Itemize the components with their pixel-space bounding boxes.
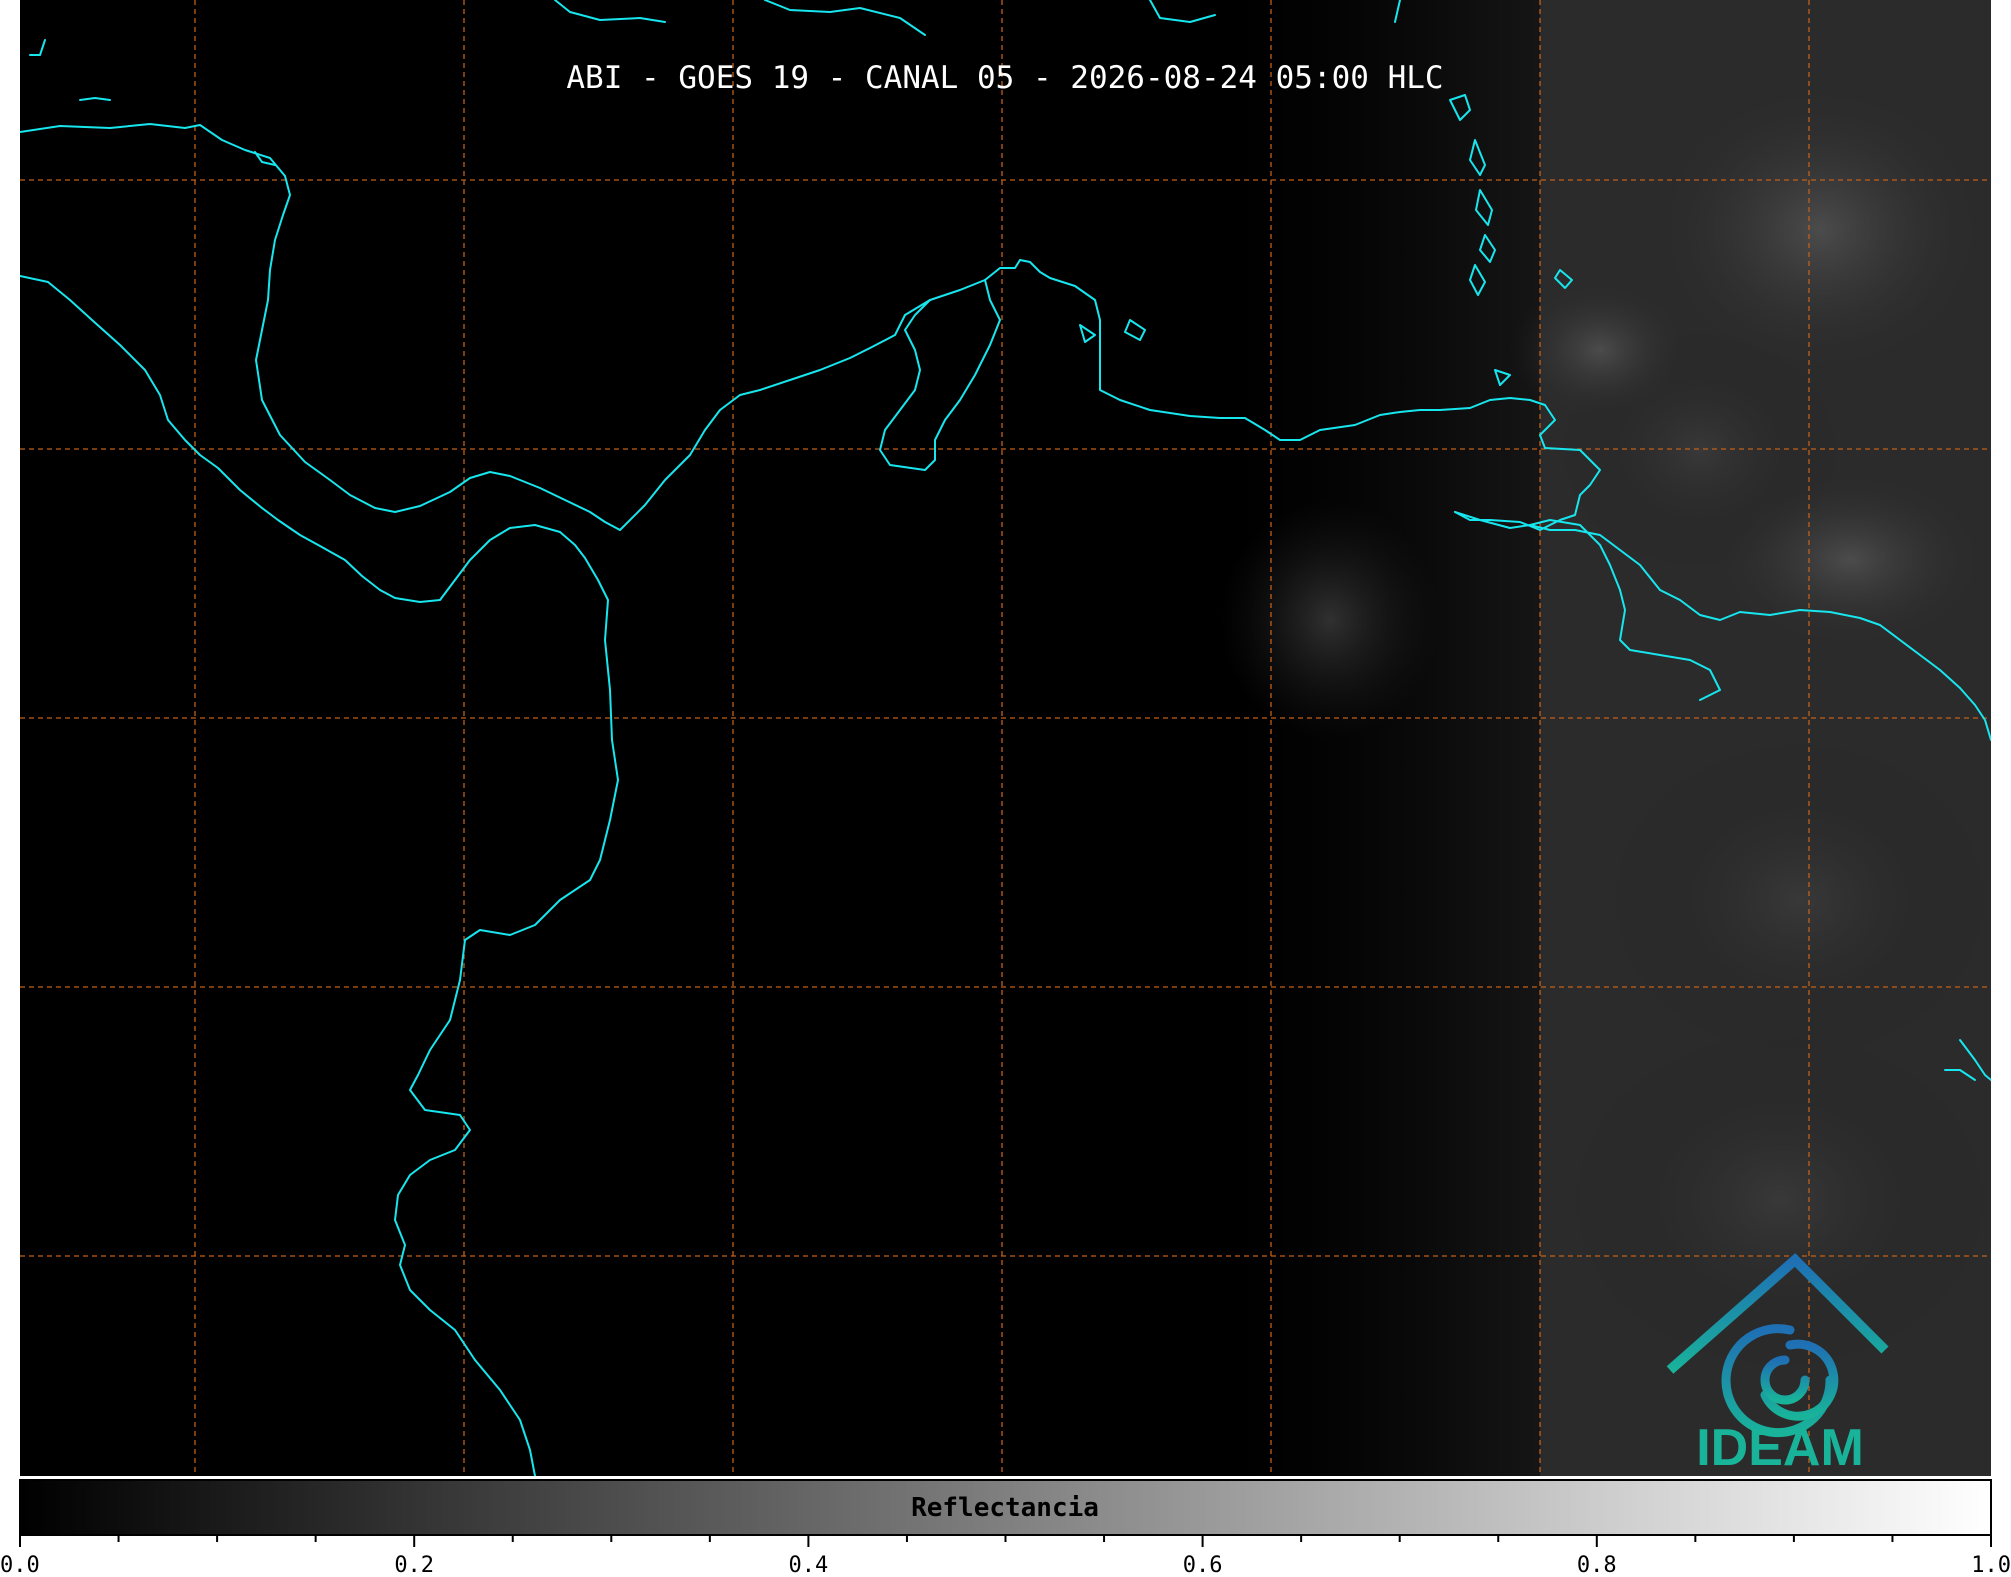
cloud-imagery — [1200, 0, 1991, 1476]
map-title: ABI - GOES 19 - CANAL 05 - 2026-08-24 05… — [566, 60, 1443, 96]
colorbar-ticks — [19, 1535, 1992, 1547]
colorbar-tick-label: 0.4 — [789, 1553, 829, 1577]
logo-text: IDEAM — [1696, 1419, 1864, 1477]
colorbar-tick-label: 0.6 — [1183, 1553, 1223, 1577]
colorbar-label: Reflectancia — [911, 1493, 1099, 1523]
colorbar-tick-labels: 0.0 0.2 0.4 0.6 0.8 1.0 — [0, 1553, 2011, 1577]
colorbar-tick-label: 0.0 — [0, 1553, 40, 1577]
satellite-map: ABI - GOES 19 - CANAL 05 - 2026-08-24 05… — [0, 0, 2011, 1577]
colorbar-tick-label: 0.8 — [1577, 1553, 1617, 1577]
colorbar-tick-label: 0.2 — [394, 1553, 434, 1577]
colorbar: Reflectancia 0.0 0.2 0.4 0.6 0.8 1.0 — [0, 1479, 2011, 1577]
colorbar-tick-label: 1.0 — [1971, 1553, 2011, 1577]
